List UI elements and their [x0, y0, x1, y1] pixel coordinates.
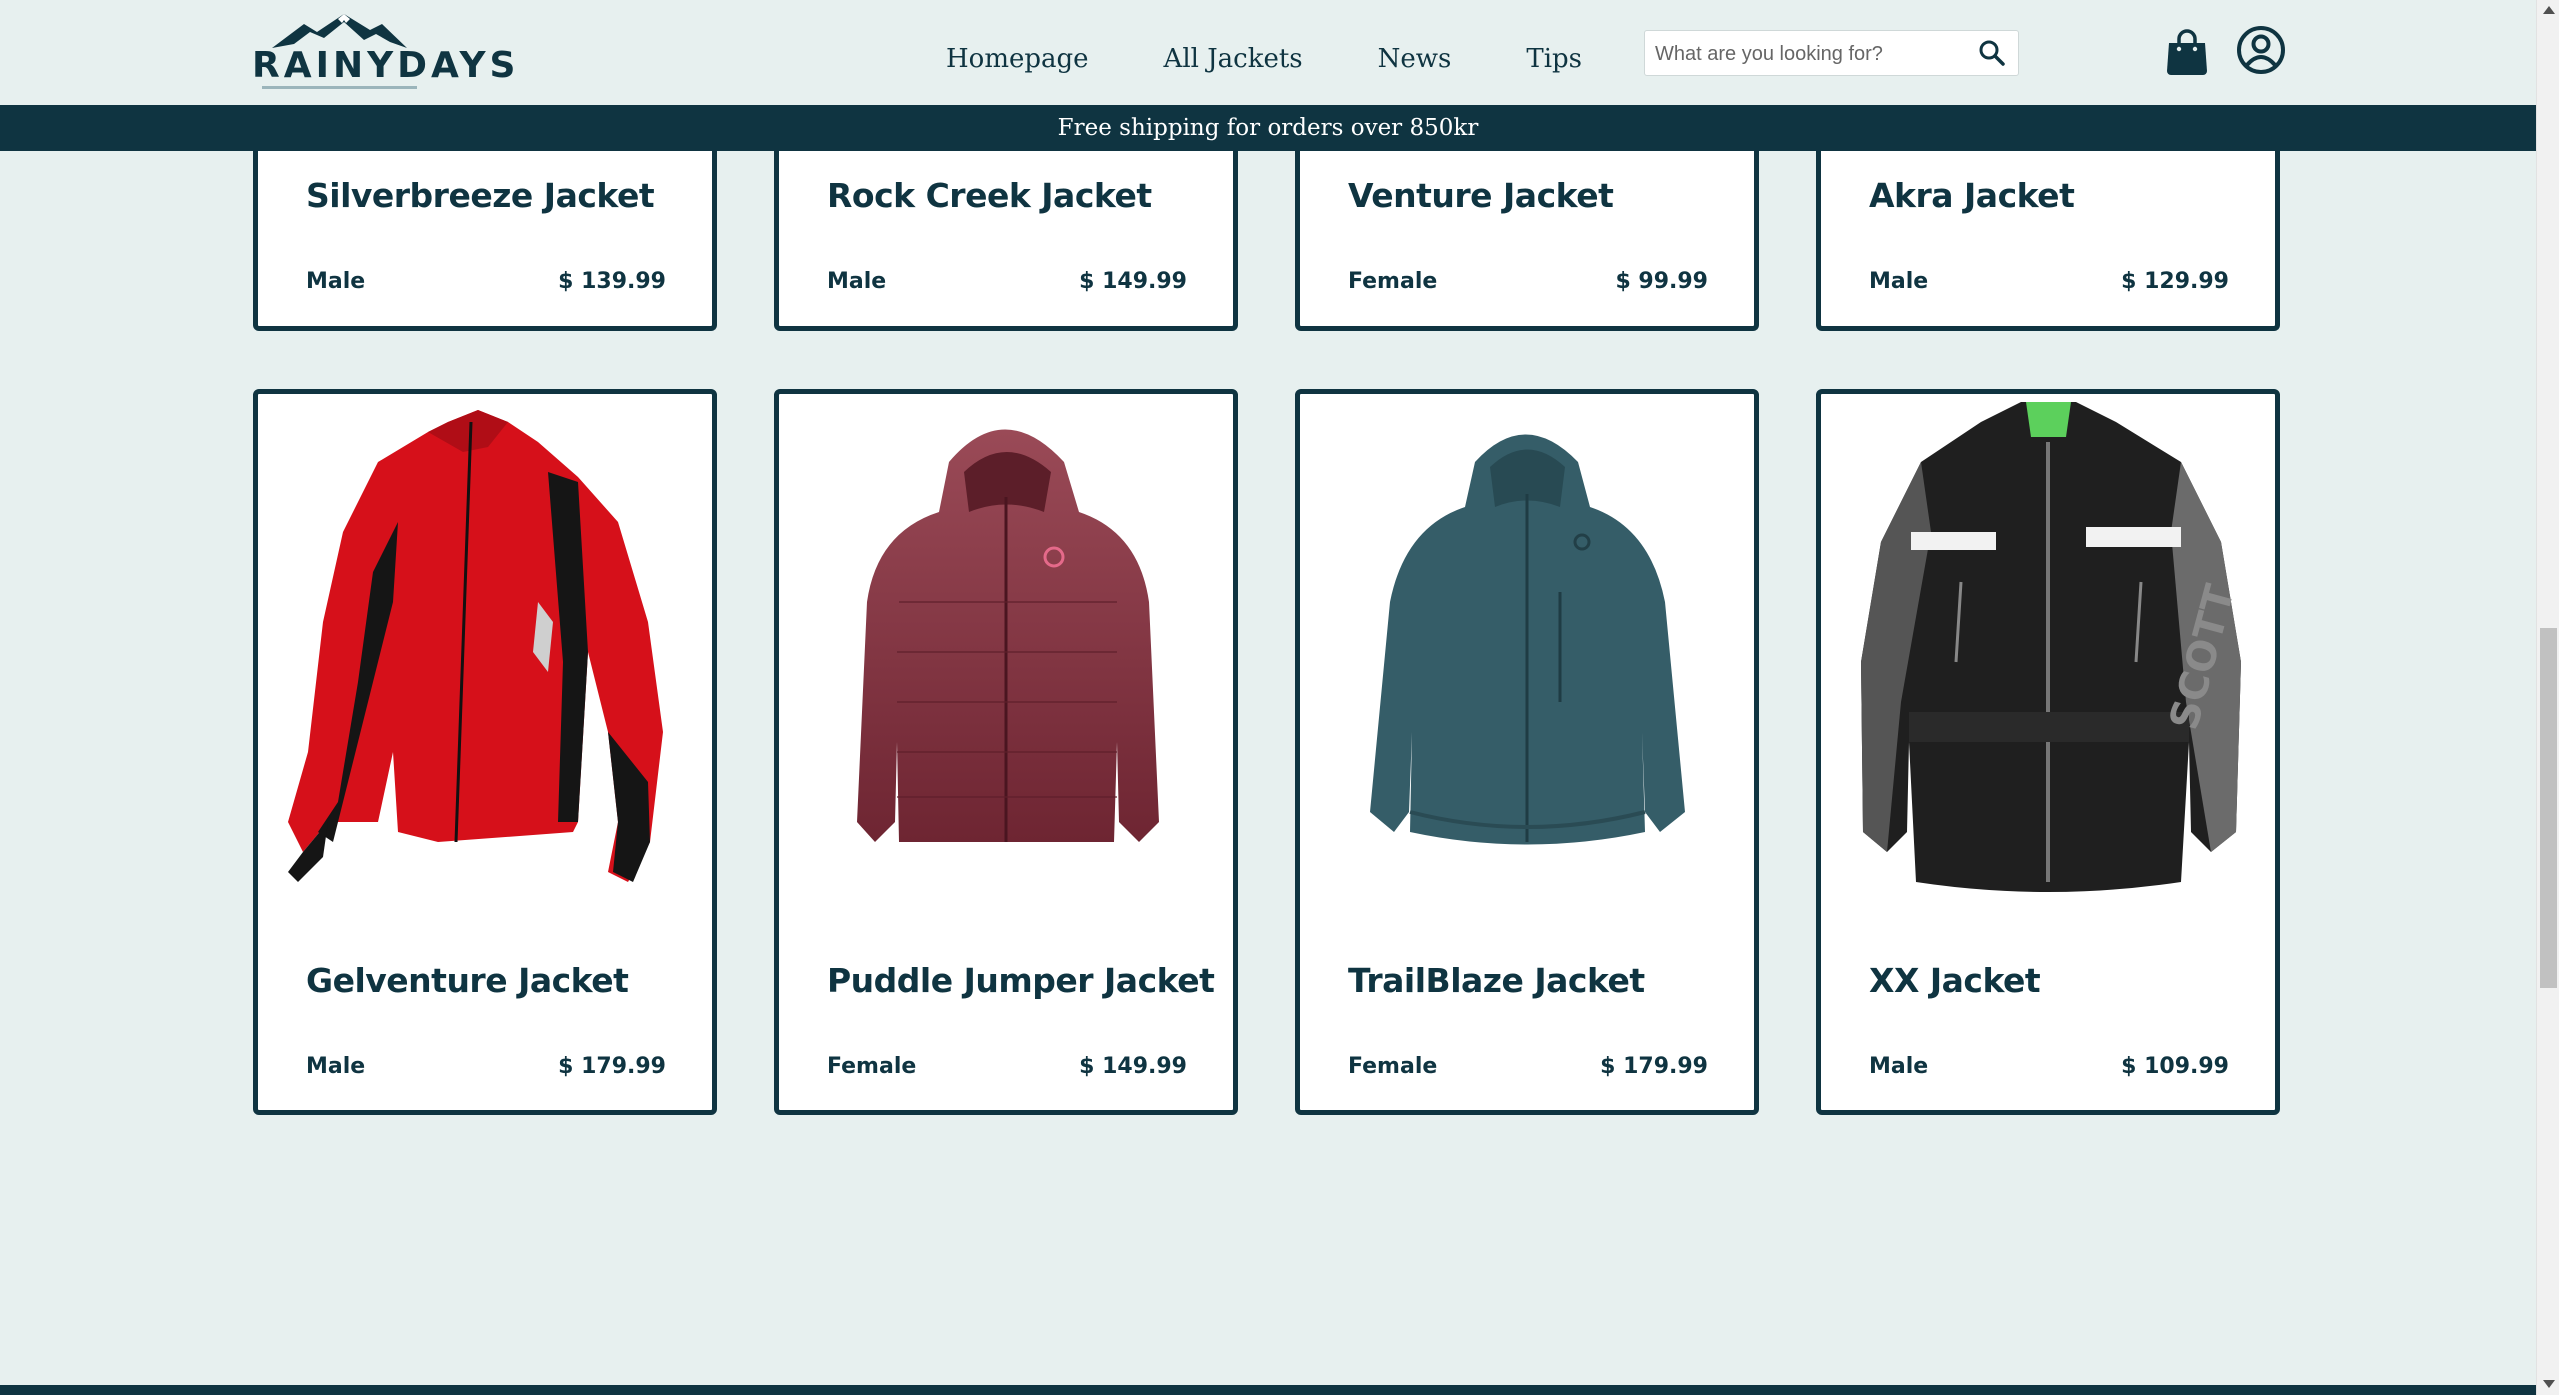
product-gender: Female	[1348, 1054, 1438, 1079]
product-price: $ 179.99	[558, 1054, 666, 1079]
product-gender: Female	[827, 1054, 917, 1079]
product-name[interactable]: TrailBlaze Jacket	[1348, 961, 1645, 1000]
scroll-up-arrow-icon[interactable]	[2543, 6, 2555, 14]
brand-logo[interactable]: RAINYDAYS	[252, 14, 520, 92]
main-nav: Homepage All Jackets News Tips	[946, 44, 1582, 74]
logo-underline	[262, 86, 417, 89]
product-card[interactable]: Puddle Jumper Jacket Female $ 149.99	[774, 389, 1238, 1115]
nav-tips[interactable]: Tips	[1526, 44, 1582, 74]
product-price: $ 139.99	[558, 269, 666, 294]
product-card[interactable]: Rock Creek Jacket Male $ 149.99	[774, 151, 1238, 331]
product-name[interactable]: XX Jacket	[1869, 961, 2041, 1000]
nav-all-jackets[interactable]: All Jackets	[1164, 44, 1303, 74]
product-price: $ 179.99	[1600, 1054, 1708, 1079]
product-card[interactable]: SCOTT XX Jacket Male $ 109.99	[1816, 389, 2280, 1115]
product-card[interactable]: TrailBlaze Jacket Female $ 179.99	[1295, 389, 1759, 1115]
product-card[interactable]: Gelventure Jacket Male $ 179.99	[253, 389, 717, 1115]
product-price: $ 149.99	[1079, 1054, 1187, 1079]
search-icon[interactable]	[1978, 39, 2006, 67]
shipping-banner: Free shipping for orders over 850kr	[0, 105, 2536, 151]
product-card[interactable]: Venture Jacket Female $ 99.99	[1295, 151, 1759, 331]
mountain-logo-icon	[272, 14, 407, 48]
product-price: $ 99.99	[1615, 269, 1708, 294]
product-card[interactable]: Silverbreeze Jacket Male $ 139.99	[253, 151, 717, 331]
product-card[interactable]: Akra Jacket Male $ 129.99	[1816, 151, 2280, 331]
brand-name: RAINYDAYS	[252, 45, 520, 86]
product-gender: Male	[1869, 1054, 1929, 1079]
product-name[interactable]: Venture Jacket	[1348, 176, 1614, 215]
user-circle-icon[interactable]	[2236, 25, 2286, 75]
product-gender: Male	[306, 1054, 366, 1079]
search-input[interactable]	[1655, 37, 1965, 71]
product-name[interactable]: Silverbreeze Jacket	[306, 176, 655, 215]
product-image[interactable]	[799, 402, 1213, 902]
product-name[interactable]: Rock Creek Jacket	[827, 176, 1152, 215]
product-gender: Male	[1869, 269, 1929, 294]
product-name[interactable]: Puddle Jumper Jacket	[827, 961, 1215, 1000]
product-gender: Male	[306, 269, 366, 294]
nav-homepage[interactable]: Homepage	[946, 44, 1089, 74]
shopping-bag-icon[interactable]	[2166, 28, 2208, 76]
product-image[interactable]: SCOTT	[1841, 402, 2255, 902]
product-image[interactable]	[278, 402, 692, 902]
site-header: RAINYDAYS Homepage All Jackets News Tips	[0, 0, 2536, 105]
product-name[interactable]: Akra Jacket	[1869, 176, 2075, 215]
nav-news[interactable]: News	[1378, 44, 1452, 74]
product-image[interactable]	[1320, 402, 1734, 902]
product-gender: Female	[1348, 269, 1438, 294]
footer-edge	[0, 1385, 2536, 1395]
product-price: $ 149.99	[1079, 269, 1187, 294]
scroll-down-arrow-icon[interactable]	[2543, 1380, 2555, 1388]
product-gender: Male	[827, 269, 887, 294]
product-price: $ 109.99	[2121, 1054, 2229, 1079]
search-box	[1644, 30, 2019, 76]
product-price: $ 129.99	[2121, 269, 2229, 294]
scroll-thumb[interactable]	[2540, 628, 2557, 988]
product-name[interactable]: Gelventure Jacket	[306, 961, 629, 1000]
page-scrollbar[interactable]	[2536, 0, 2559, 1395]
